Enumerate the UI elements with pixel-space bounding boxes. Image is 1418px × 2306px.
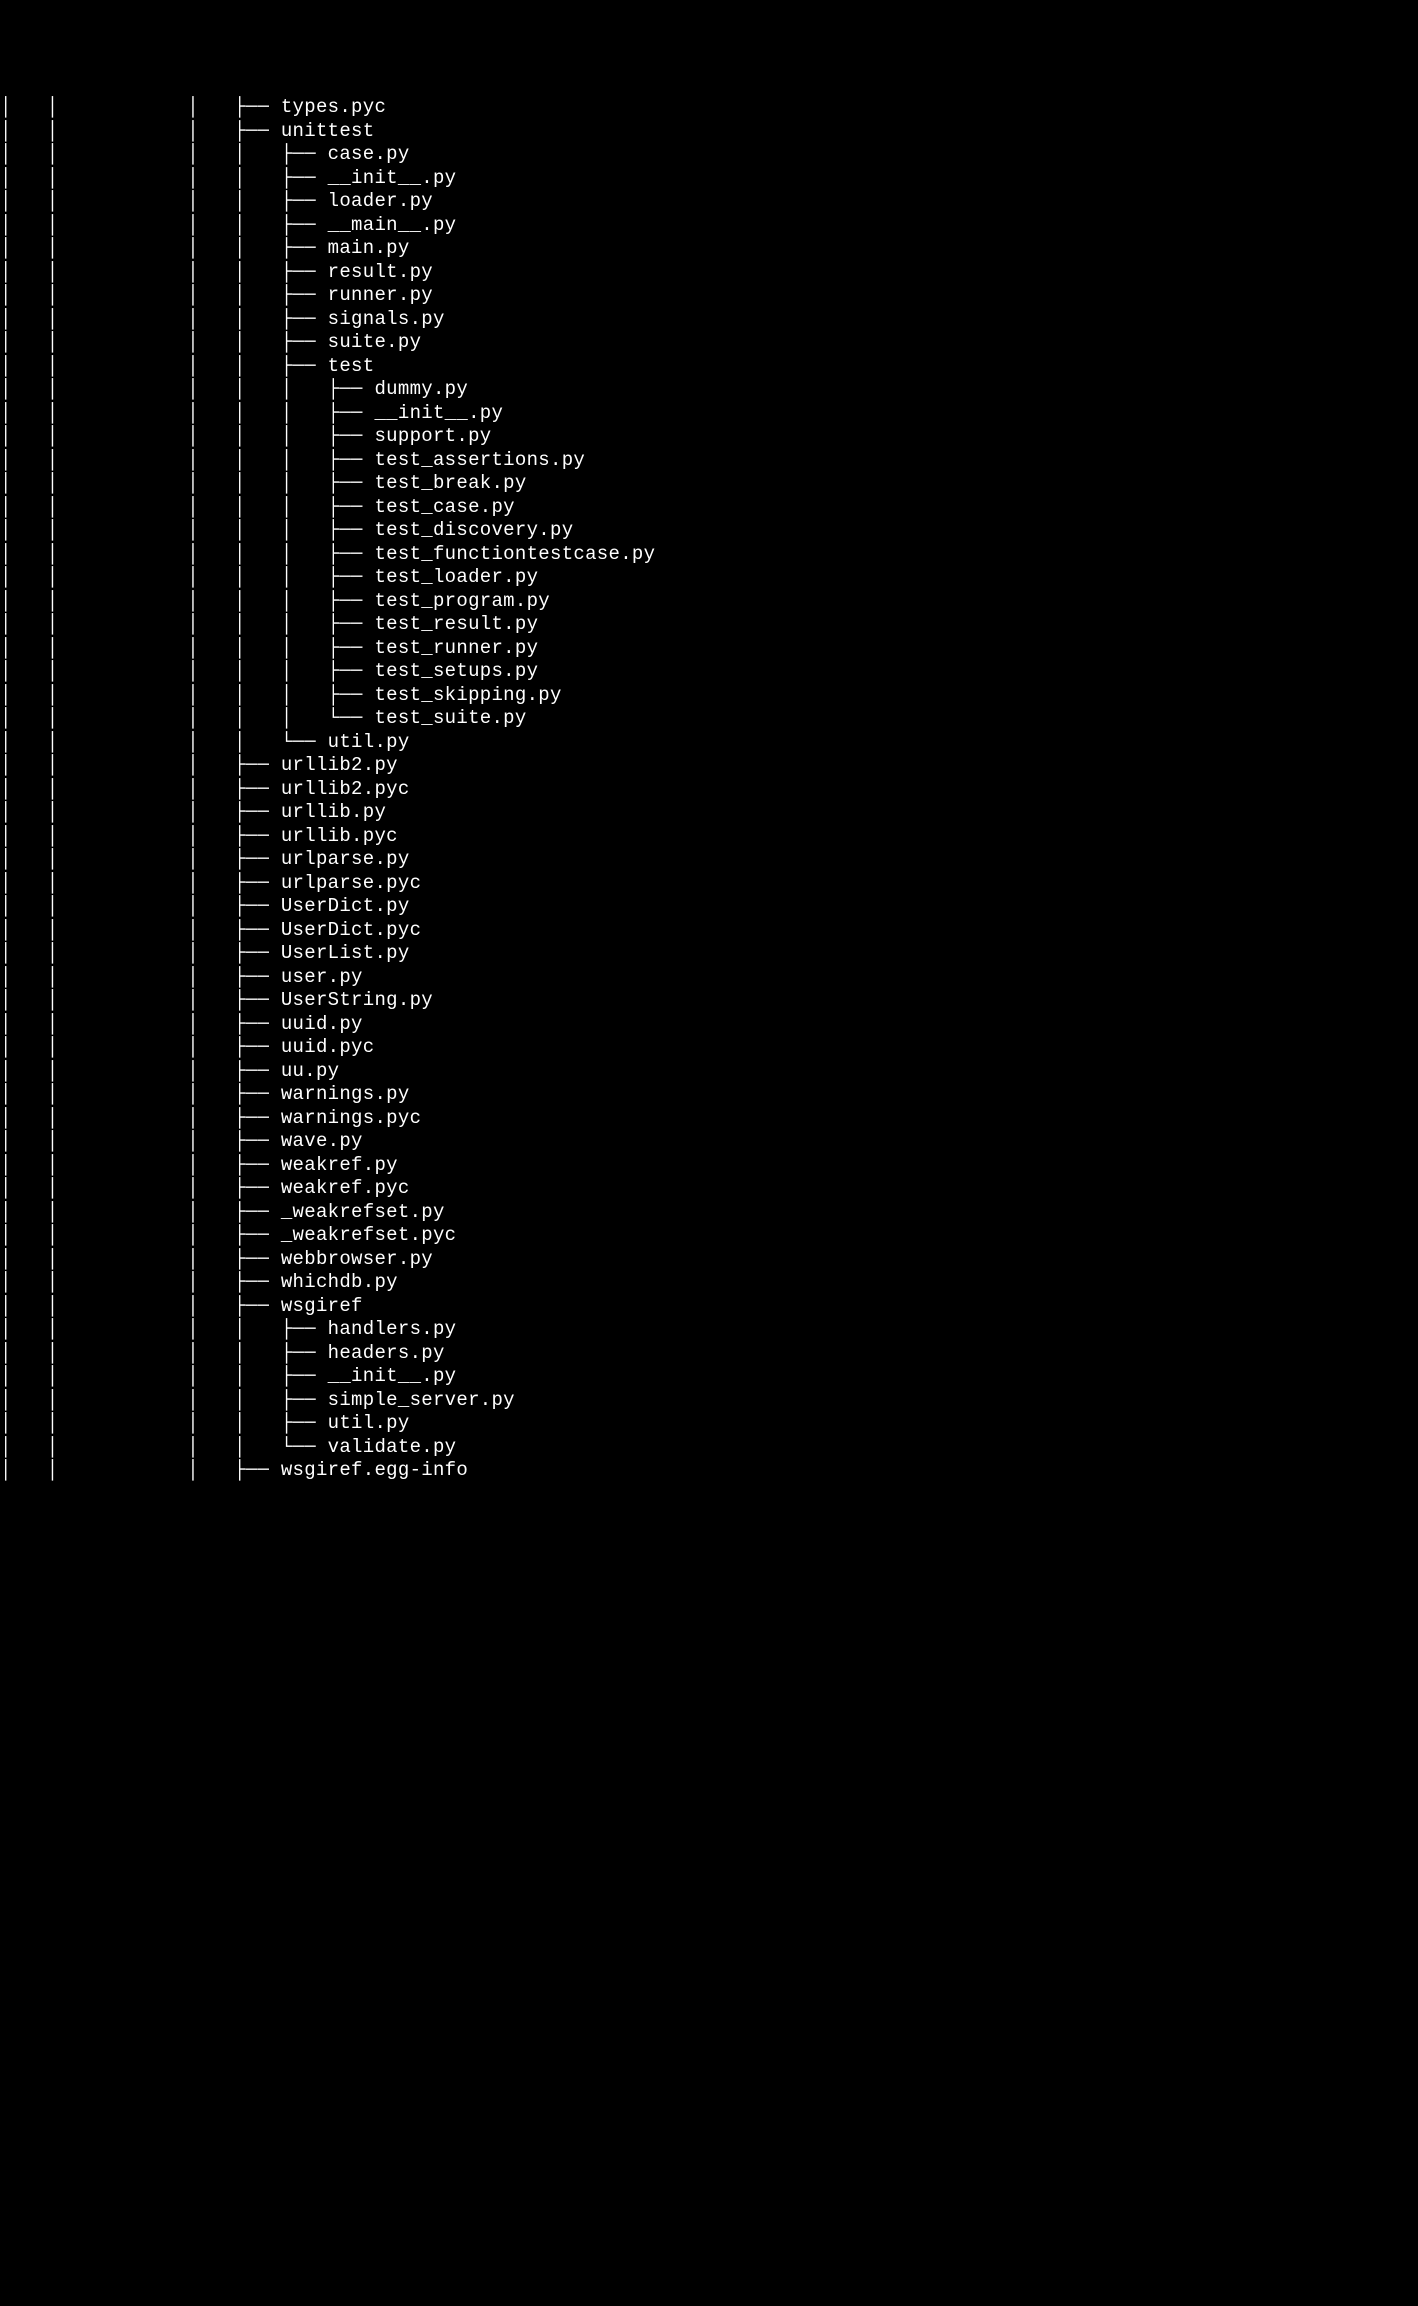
- tree-line: │ │ │ ├── uu.py: [0, 1060, 1418, 1084]
- tree-line: │ │ │ ├── uuid.pyc: [0, 1036, 1418, 1060]
- tree-line: │ │ │ ├── urlparse.pyc: [0, 872, 1418, 896]
- tree-line: │ │ │ ├── whichdb.py: [0, 1271, 1418, 1295]
- tree-line: │ │ │ ├── user.py: [0, 966, 1418, 990]
- tree-line: │ │ │ │ │ ├── test_case.py: [0, 496, 1418, 520]
- tree-line: │ │ │ ├── warnings.pyc: [0, 1107, 1418, 1131]
- tree-line: │ │ │ ├── weakref.pyc: [0, 1177, 1418, 1201]
- tree-line: │ │ │ │ │ ├── test_result.py: [0, 613, 1418, 637]
- tree-line: │ │ │ │ └── validate.py: [0, 1436, 1418, 1460]
- tree-line: │ │ │ │ ├── __init__.py: [0, 1365, 1418, 1389]
- tree-line: │ │ │ │ ├── runner.py: [0, 284, 1418, 308]
- tree-line: │ │ │ ├── urlparse.py: [0, 848, 1418, 872]
- tree-line: │ │ │ │ │ ├── __init__.py: [0, 402, 1418, 426]
- tree-line: │ │ │ ├── urllib.pyc: [0, 825, 1418, 849]
- tree-line: │ │ │ ├── types.pyc: [0, 96, 1418, 120]
- tree-line: │ │ │ │ ├── simple_server.py: [0, 1389, 1418, 1413]
- tree-line: │ │ │ │ ├── __main__.py: [0, 214, 1418, 238]
- tree-line: │ │ │ ├── _weakrefset.pyc: [0, 1224, 1418, 1248]
- tree-line: │ │ │ │ │ └── test_suite.py: [0, 707, 1418, 731]
- tree-line: │ │ │ │ │ ├── test_runner.py: [0, 637, 1418, 661]
- tree-line: │ │ │ ├── wave.py: [0, 1130, 1418, 1154]
- tree-line: │ │ │ ├── UserString.py: [0, 989, 1418, 1013]
- tree-line: │ │ │ │ ├── loader.py: [0, 190, 1418, 214]
- tree-line: │ │ │ │ │ ├── test_discovery.py: [0, 519, 1418, 543]
- directory-tree: │ │ │ ├── types.pyc│ │ │ ├── unittest│ │…: [0, 96, 1418, 1483]
- tree-line: │ │ │ │ ├── __init__.py: [0, 167, 1418, 191]
- tree-line: │ │ │ ├── UserList.py: [0, 942, 1418, 966]
- tree-line: │ │ │ ├── warnings.py: [0, 1083, 1418, 1107]
- tree-line: │ │ │ │ │ ├── test_break.py: [0, 472, 1418, 496]
- tree-line: │ │ │ ├── _weakrefset.py: [0, 1201, 1418, 1225]
- tree-line: │ │ │ ├── urllib.py: [0, 801, 1418, 825]
- tree-line: │ │ │ │ │ ├── support.py: [0, 425, 1418, 449]
- tree-line: │ │ │ │ ├── test: [0, 355, 1418, 379]
- tree-line: │ │ │ ├── wsgiref.egg-info: [0, 1459, 1418, 1483]
- tree-line: │ │ │ ├── weakref.py: [0, 1154, 1418, 1178]
- tree-line: │ │ │ │ │ ├── test_functiontestcase.py: [0, 543, 1418, 567]
- tree-line: │ │ │ ├── unittest: [0, 120, 1418, 144]
- tree-line: │ │ │ │ │ ├── dummy.py: [0, 378, 1418, 402]
- tree-line: │ │ │ │ ├── handlers.py: [0, 1318, 1418, 1342]
- tree-line: │ │ │ │ │ ├── test_loader.py: [0, 566, 1418, 590]
- tree-line: │ │ │ │ ├── util.py: [0, 1412, 1418, 1436]
- tree-line: │ │ │ ├── webbrowser.py: [0, 1248, 1418, 1272]
- tree-line: │ │ │ │ │ ├── test_program.py: [0, 590, 1418, 614]
- tree-line: │ │ │ ├── UserDict.py: [0, 895, 1418, 919]
- tree-line: │ │ │ │ ├── headers.py: [0, 1342, 1418, 1366]
- tree-line: │ │ │ │ ├── main.py: [0, 237, 1418, 261]
- tree-line: │ │ │ │ │ ├── test_skipping.py: [0, 684, 1418, 708]
- tree-line: │ │ │ │ │ ├── test_assertions.py: [0, 449, 1418, 473]
- tree-line: │ │ │ │ ├── signals.py: [0, 308, 1418, 332]
- tree-line: │ │ │ │ └── util.py: [0, 731, 1418, 755]
- tree-line: │ │ │ │ ├── case.py: [0, 143, 1418, 167]
- tree-line: │ │ │ ├── uuid.py: [0, 1013, 1418, 1037]
- tree-line: │ │ │ │ │ ├── test_setups.py: [0, 660, 1418, 684]
- tree-line: │ │ │ ├── urllib2.pyc: [0, 778, 1418, 802]
- tree-line: │ │ │ ├── UserDict.pyc: [0, 919, 1418, 943]
- tree-line: │ │ │ ├── urllib2.py: [0, 754, 1418, 778]
- tree-line: │ │ │ │ ├── suite.py: [0, 331, 1418, 355]
- tree-line: │ │ │ ├── wsgiref: [0, 1295, 1418, 1319]
- tree-line: │ │ │ │ ├── result.py: [0, 261, 1418, 285]
